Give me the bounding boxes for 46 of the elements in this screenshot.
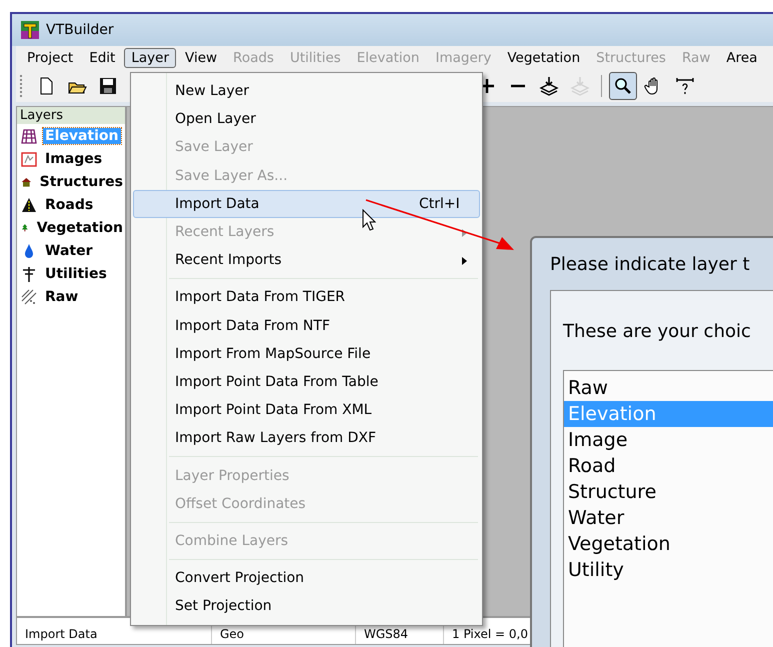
menu-item[interactable]: Import Data From NTF xyxy=(133,312,480,340)
menu-item[interactable]: Area xyxy=(719,48,764,68)
roads-icon xyxy=(21,196,37,212)
search-button[interactable] xyxy=(609,72,637,100)
menu-item[interactable]: Import Raw Layers from DXF xyxy=(133,424,480,452)
app-icon xyxy=(20,20,40,40)
tree-item[interactable]: Utilities xyxy=(43,266,109,282)
stack-icon xyxy=(570,76,590,96)
menu-item[interactable]: New Layer xyxy=(133,77,480,106)
ruler-icon xyxy=(675,76,695,96)
menu-item[interactable]: View xyxy=(178,48,224,68)
list-item[interactable]: Vegetation xyxy=(564,531,773,557)
menu-item[interactable]: Vegetation xyxy=(500,48,588,68)
minus-icon xyxy=(510,84,526,88)
menu-item[interactable]: Import From MapSource File xyxy=(133,340,480,368)
menu-item[interactable]: Project xyxy=(20,48,80,68)
list-item[interactable]: Water xyxy=(564,505,773,531)
tree-item[interactable]: Vegetation xyxy=(34,220,125,236)
stack-icon xyxy=(539,76,559,96)
tree-item[interactable]: Raw xyxy=(43,288,80,304)
menu-item[interactable]: Layer xyxy=(124,48,176,68)
list-item[interactable]: Road xyxy=(564,453,773,479)
tree-item[interactable]: Structures xyxy=(38,174,125,190)
list-item[interactable]: Image xyxy=(564,427,773,453)
window-title: VTBuilder xyxy=(46,22,114,38)
magnifier-icon xyxy=(613,76,633,96)
list-item[interactable]: Utility xyxy=(564,557,773,583)
menu-item[interactable]: Import Point Data From XML xyxy=(133,396,480,424)
tree-item[interactable]: Water xyxy=(43,242,94,258)
cursor-icon xyxy=(362,209,376,231)
menu-item[interactable]: Edit xyxy=(82,48,122,68)
list-item[interactable]: Structure xyxy=(564,479,773,505)
list-item[interactable]: Raw xyxy=(564,375,773,401)
menu-item[interactable]: Recent Imports xyxy=(133,246,480,274)
tree-item[interactable]: Images xyxy=(43,150,104,166)
menu-item[interactable]: Convert Projection xyxy=(133,564,480,592)
tree-item[interactable]: Roads xyxy=(43,196,96,212)
panel-title: Layers xyxy=(17,107,125,124)
menu-item[interactable]: Import Point Data From Table xyxy=(133,368,480,396)
dialog-title: Please indicate layer t xyxy=(550,252,751,276)
menu-item[interactable]: Open Layer xyxy=(133,105,480,134)
menu-item[interactable]: Import Data Ctrl+I xyxy=(133,190,480,218)
menu-item[interactable]: Import Data From TIGER xyxy=(133,283,480,312)
dialog-prompt: These are your choic xyxy=(563,321,752,342)
menu-item[interactable]: Set Projection xyxy=(133,592,480,620)
images-icon xyxy=(21,150,37,166)
